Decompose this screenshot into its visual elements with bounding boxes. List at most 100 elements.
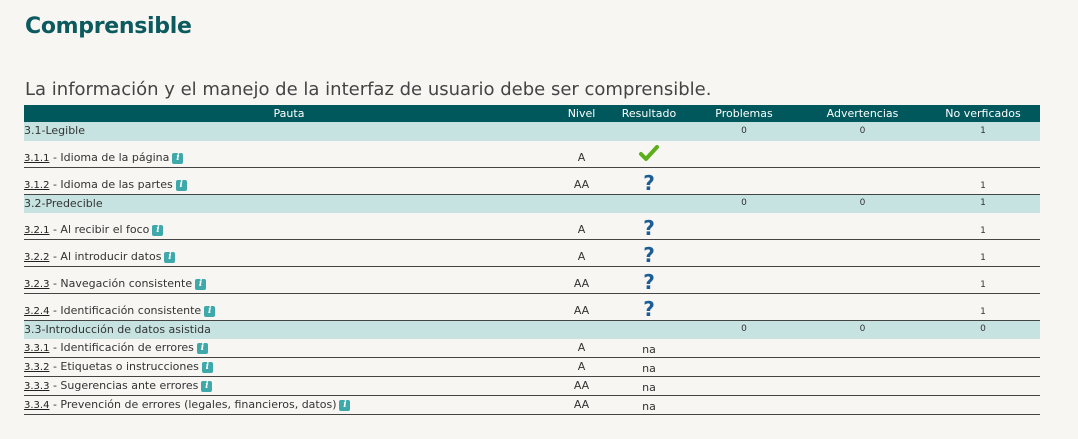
group-nivel	[554, 122, 609, 141]
no-verificados-cell: 1	[926, 212, 1040, 240]
criterion-link-3-3-3[interactable]: 3.3.3	[24, 381, 49, 392]
resultado-cell	[609, 140, 689, 168]
group-resultado	[609, 122, 689, 141]
criterion-name: - Etiquetas o instrucciones	[49, 359, 199, 373]
info-icon[interactable]: i	[196, 342, 208, 354]
group-resultado	[609, 320, 689, 339]
problemas-cell	[689, 239, 799, 267]
info-icon[interactable]: i	[195, 278, 207, 290]
criterion-link-3-2-3[interactable]: 3.2.3	[24, 279, 49, 290]
group-no-verificados: 1	[926, 194, 1040, 213]
advertencias-cell	[799, 266, 926, 294]
table-row: 3.2.3 - Navegación consistente i AA? 1	[24, 266, 1040, 294]
advertencias-cell	[799, 338, 926, 358]
table-row: 3.1.1 - Idioma de la página i A	[24, 140, 1040, 168]
col-header-resultado: Resultado	[621, 107, 677, 120]
criterion-link-3-2-2[interactable]: 3.2.2	[24, 252, 49, 263]
advertencias-cell	[799, 212, 926, 240]
nivel-cell: AA	[554, 293, 609, 321]
group-row: 3.1-Legible 0 0 1	[24, 122, 1040, 141]
advertencias-cell	[799, 167, 926, 195]
no-verificados-cell: 1	[926, 293, 1040, 321]
group-advertencias: 0	[799, 194, 926, 213]
no-verificados-cell	[926, 376, 1040, 396]
result-text: na	[642, 361, 656, 375]
advertencias-cell	[799, 239, 926, 267]
criterion-cell: 3.1.2 - Idioma de las partes i	[24, 167, 554, 195]
question-icon: ?	[643, 296, 655, 321]
group-name: 3.1-Legible	[24, 122, 554, 141]
nivel-cell: A	[554, 212, 609, 240]
group-name: 3.2-Predecible	[24, 194, 554, 213]
resultado-cell: na	[609, 376, 689, 396]
group-resultado	[609, 194, 689, 213]
table-row: 3.3.1 - Identificación de errores i Ana	[24, 338, 1040, 358]
info-icon[interactable]: i	[204, 305, 216, 317]
check-icon	[639, 144, 659, 166]
criterion-link-3-3-1[interactable]: 3.3.1	[24, 343, 49, 354]
resultado-cell: ?	[609, 239, 689, 267]
result-text: na	[642, 399, 656, 413]
no-verificados-cell	[926, 395, 1040, 415]
group-nivel	[554, 194, 609, 213]
col-header-nivel: Nivel	[567, 107, 596, 120]
resultado-cell: na	[609, 357, 689, 377]
result-text: na	[642, 380, 656, 394]
criterion-name: - Al introducir datos	[49, 249, 162, 263]
table-row: 3.3.4 - Prevención de errores (legales, …	[24, 395, 1040, 415]
info-icon[interactable]: i	[339, 399, 351, 411]
nivel-cell: AA	[554, 167, 609, 195]
criterion-name: - Identificación de errores	[49, 340, 194, 354]
problemas-cell	[689, 376, 799, 396]
page-subtitle: La información y el manejo de la interfa…	[25, 79, 712, 100]
problemas-cell	[689, 357, 799, 377]
group-no-verificados: 1	[926, 122, 1040, 141]
criterion-cell: 3.3.3 - Sugerencias ante errores i	[24, 376, 554, 396]
problemas-cell	[689, 266, 799, 294]
info-icon[interactable]: i	[175, 179, 187, 191]
advertencias-cell	[799, 140, 926, 168]
nivel-cell: AA	[554, 376, 609, 396]
col-header-no-verificados: No verficados	[945, 107, 1021, 120]
table-row: 3.2.2 - Al introducir datos i A? 1	[24, 239, 1040, 267]
criterion-cell: 3.3.1 - Identificación de errores i	[24, 338, 554, 358]
advertencias-cell	[799, 395, 926, 415]
problemas-cell	[689, 395, 799, 415]
info-icon[interactable]: i	[201, 361, 213, 373]
info-icon[interactable]: i	[152, 224, 164, 236]
criterion-link-3-1-1[interactable]: 3.1.1	[24, 153, 49, 164]
question-icon: ?	[643, 242, 655, 267]
no-verificados-cell	[926, 140, 1040, 168]
resultado-cell: na	[609, 338, 689, 358]
criterion-cell: 3.3.2 - Etiquetas o instrucciones i	[24, 357, 554, 377]
group-problemas: 0	[689, 122, 799, 141]
criterion-cell: 3.2.1 - Al recibir el foco i	[24, 212, 554, 240]
result-text: na	[642, 342, 656, 356]
criterion-name: - Al recibir el foco	[49, 222, 150, 236]
advertencias-cell	[799, 293, 926, 321]
criterion-link-3-2-1[interactable]: 3.2.1	[24, 225, 49, 236]
table-row: 3.2.4 - Identificación consistente i AA? 1	[24, 293, 1040, 321]
criterion-link-3-3-2[interactable]: 3.3.2	[24, 362, 49, 373]
info-icon[interactable]: i	[172, 152, 184, 164]
question-icon: ?	[643, 170, 655, 195]
advertencias-cell	[799, 376, 926, 396]
criterion-link-3-3-4[interactable]: 3.3.4	[24, 400, 49, 411]
no-verificados-cell: 1	[926, 239, 1040, 267]
criterion-cell: 3.2.4 - Identificación consistente i	[24, 293, 554, 321]
table-row: 3.3.3 - Sugerencias ante errores i AA na	[24, 376, 1040, 396]
group-problemas: 0	[689, 320, 799, 339]
info-icon[interactable]: i	[201, 380, 213, 392]
nivel-cell: A	[554, 338, 609, 358]
no-verificados-cell	[926, 357, 1040, 377]
no-verificados-cell	[926, 338, 1040, 358]
criterion-name: - Idioma de las partes	[49, 177, 173, 191]
criterion-link-3-1-2[interactable]: 3.1.2	[24, 180, 49, 191]
group-advertencias: 0	[799, 122, 926, 141]
group-no-verificados: 0	[926, 320, 1040, 339]
info-icon[interactable]: i	[164, 251, 176, 263]
table-row: 3.2.1 - Al recibir el foco i A? 1	[24, 212, 1040, 240]
nivel-cell: AA	[554, 395, 609, 415]
criterion-name: - Sugerencias ante errores	[49, 378, 199, 392]
criterion-link-3-2-4[interactable]: 3.2.4	[24, 306, 49, 317]
